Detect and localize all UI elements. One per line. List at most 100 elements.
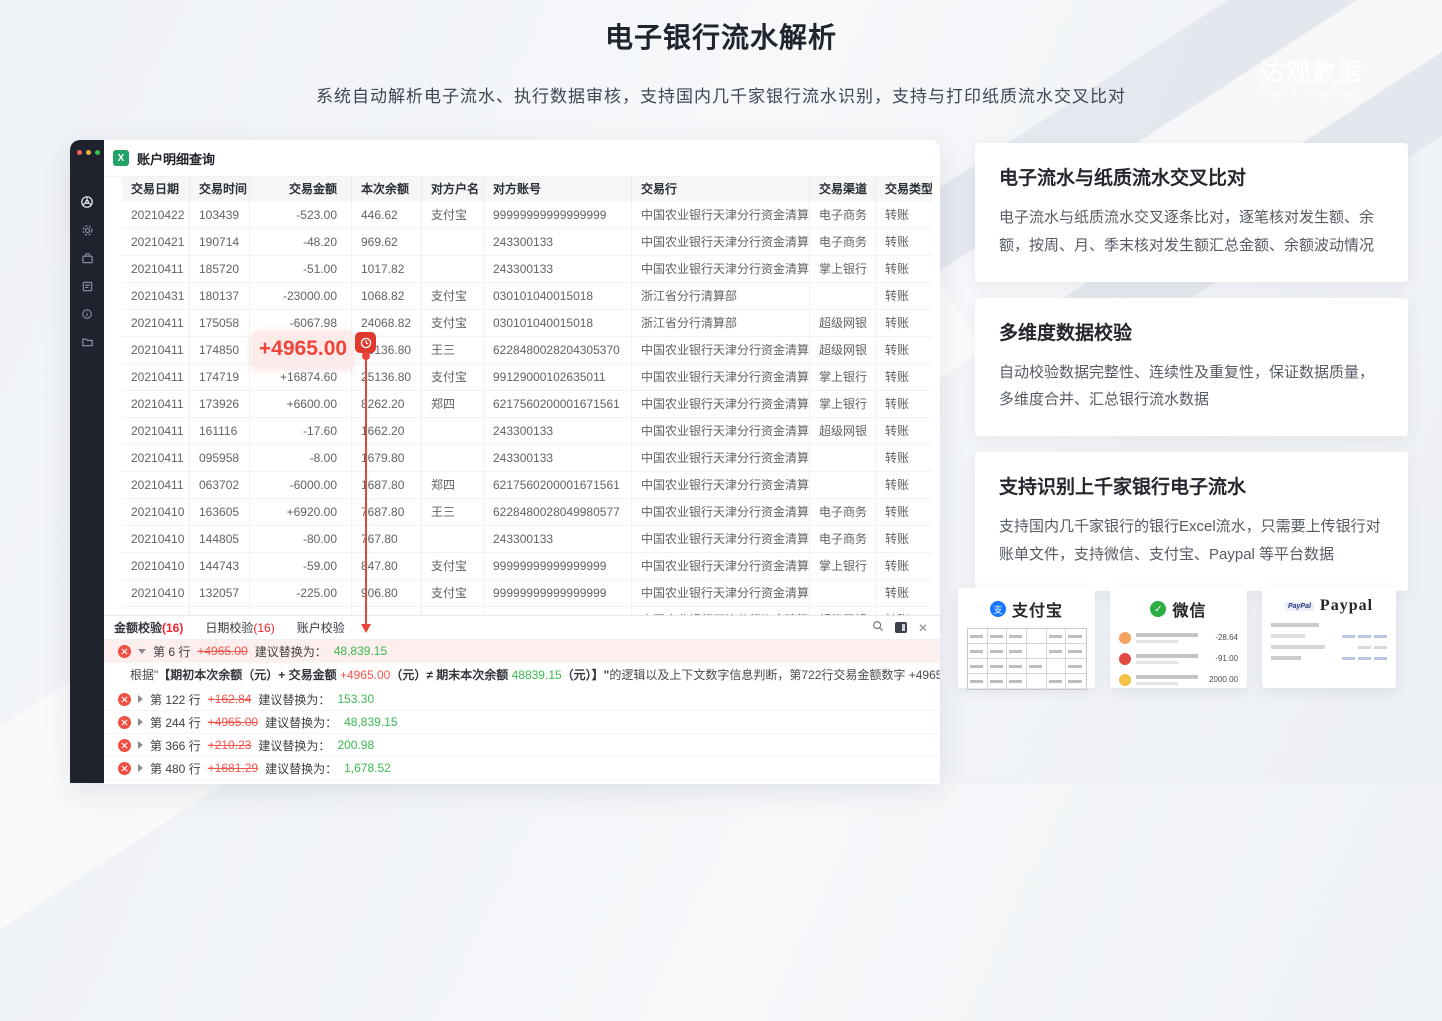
cell: 20210422 xyxy=(122,202,190,228)
cell: 电子商务 xyxy=(810,526,876,552)
cell: 中国农业银行天津分行资金清算中心 xyxy=(632,418,810,444)
cell: 180137 xyxy=(190,283,250,309)
amount: 2000.00 xyxy=(1209,675,1238,684)
validation-row[interactable]: 第 480 行+1681.29建议替换为：1,678.52 xyxy=(104,757,940,780)
info-icon[interactable] xyxy=(81,308,93,320)
table-row[interactable]: 20210410132057-225.00906.80支付宝9999999999… xyxy=(122,580,932,607)
table-body: 20210422103439-523.00446.62支付宝9999999999… xyxy=(122,202,932,634)
error-icon xyxy=(118,762,131,775)
cell: -17.60 xyxy=(250,418,352,444)
cell: 转账 xyxy=(876,337,932,363)
row-line-label: 第 480 行 xyxy=(150,760,201,777)
cell: +6920.00 xyxy=(250,499,352,525)
validation-row[interactable]: 第 366 行+210.23建议替换为：200.98 xyxy=(104,734,940,757)
search-icon[interactable] xyxy=(872,620,884,635)
amount: -28.64 xyxy=(1215,633,1238,642)
table-row[interactable]: 20210411161116-17.601662.20243300133中国农业… xyxy=(122,418,932,445)
placeholder-line xyxy=(1342,635,1387,638)
cell: 20210411 xyxy=(122,391,190,417)
suggest-label: 建议替换为： xyxy=(265,714,337,731)
close-panel-icon[interactable]: ✕ xyxy=(918,622,928,634)
table-row[interactable]: 20210411173926+6600.008262.20郑四621756020… xyxy=(122,391,932,418)
cell: -23000.00 xyxy=(250,283,352,309)
cell: 1662.20 xyxy=(352,418,422,444)
table-row[interactable]: 20210410144743-59.00847.80支付宝99999999999… xyxy=(122,553,932,580)
cell: 20210411 xyxy=(122,364,190,390)
hero-header: 电子银行流水解析 系统自动解析电子流水、执行数据审核，支持国内几千家银行流水识别… xyxy=(0,0,1442,107)
validation-row[interactable]: 第 244 行+4965.00建议替换为：48,839.15 xyxy=(104,711,940,734)
expand-caret-icon[interactable] xyxy=(138,741,143,749)
cell: 中国农业银行天津分行资金清算中心 xyxy=(632,337,810,363)
cell: 6228480028049980577 xyxy=(484,499,632,525)
placeholder-line xyxy=(1271,634,1305,638)
expand-caret-icon[interactable] xyxy=(138,764,143,772)
suggested-value: 48,839.15 xyxy=(334,644,387,658)
maximize-window-button[interactable] xyxy=(95,150,100,155)
expand-caret-icon[interactable] xyxy=(138,695,143,703)
validation-tab[interactable]: 日期校验(16) xyxy=(205,619,274,636)
cell: 132057 xyxy=(190,580,250,606)
document-icon[interactable] xyxy=(81,280,94,293)
column-header: 交易金额 xyxy=(250,177,352,202)
sheet-tab-label[interactable]: 账户明细查询 xyxy=(137,149,215,168)
settings-gear-icon[interactable] xyxy=(81,224,94,237)
sheet-tabbar: X 账户明细查询 xyxy=(104,140,940,177)
column-header: 交易类型 xyxy=(876,177,932,202)
table-row[interactable]: 20210421190714-48.20969.62243300133中国农业银… xyxy=(122,229,932,256)
dashboard-icon[interactable] xyxy=(80,195,94,209)
validation-row[interactable]: 第 6 行+4965.00建议替换为：48,839.15 xyxy=(104,640,940,663)
view-toggle-icon[interactable] xyxy=(895,622,907,633)
cell: 中国农业银行天津分行资金清算中心 xyxy=(632,499,810,525)
table-row[interactable]: 20210422103439-523.00446.62支付宝9999999999… xyxy=(122,202,932,229)
cell: 中国农业银行天津分行资金清算中心 xyxy=(632,202,810,228)
cell: 174719 xyxy=(190,364,250,390)
briefcase-icon[interactable] xyxy=(81,252,94,265)
close-window-button[interactable] xyxy=(77,150,82,155)
table-row[interactable]: 20210411095958-8.001679.80243300133中国农业银… xyxy=(122,445,932,472)
cell: 1068.82 xyxy=(352,283,422,309)
validation-row[interactable]: 第 122 行+162.84建议替换为：153.30 xyxy=(104,688,940,711)
table-row[interactable]: 20210411175058-6067.9824068.82支付宝0301010… xyxy=(122,310,932,337)
cell: 063702 xyxy=(190,472,250,498)
transactions-table: 交易日期交易时间交易金额本次余额对方户名对方账号交易行交易渠道交易类型 2021… xyxy=(122,177,932,634)
placeholder-line xyxy=(1136,675,1204,685)
suggested-value: 200.98 xyxy=(337,738,374,752)
cell: 转账 xyxy=(876,256,932,282)
table-row[interactable]: 20210410144805-80.00767.80243300133中国农业银… xyxy=(122,526,932,553)
table-row[interactable]: 20210410163605+6920.007687.80王三622848002… xyxy=(122,499,932,526)
cell: 支付宝 xyxy=(422,310,484,336)
cell: 20210411 xyxy=(122,256,190,282)
table-row[interactable]: 20210411185720-51.001017.82243300133中国农业… xyxy=(122,256,932,283)
paypal-logo-icon: PayPal xyxy=(1285,602,1314,611)
cell xyxy=(810,472,876,498)
cell: 243300133 xyxy=(484,418,632,444)
suggest-label: 建议替换为： xyxy=(258,691,330,708)
cell: 99999999999999999 xyxy=(484,202,632,228)
cell: -225.00 xyxy=(250,580,352,606)
cell: 转账 xyxy=(876,229,932,255)
cell: 转账 xyxy=(876,310,932,336)
app-window: X 账户明细查询 交易日期交易时间交易金额本次余额对方户名对方账号交易行交易渠道… xyxy=(70,140,940,783)
minimize-window-button[interactable] xyxy=(86,150,91,155)
table-row[interactable]: 20210431180137-23000.001068.82支付宝0301010… xyxy=(122,283,932,310)
cell: 103439 xyxy=(190,202,250,228)
cell: 20210411 xyxy=(122,445,190,471)
table-row[interactable]: 20210411063702-6000.001687.80郑四621756020… xyxy=(122,472,932,499)
expand-caret-icon[interactable] xyxy=(138,718,143,726)
folder-icon[interactable] xyxy=(81,335,94,348)
suggested-value: 48,839.15 xyxy=(344,715,397,729)
original-value: +4965.00 xyxy=(197,644,247,658)
expand-caret-icon[interactable] xyxy=(138,649,146,654)
cell: 转账 xyxy=(876,472,932,498)
cell xyxy=(422,229,484,255)
page-title: 电子银行流水解析 xyxy=(0,16,1442,56)
cell: 906.80 xyxy=(352,580,422,606)
original-value: +162.84 xyxy=(208,692,252,706)
validation-tab[interactable]: 账户校验 xyxy=(297,619,345,636)
alert-clock-badge[interactable] xyxy=(355,332,376,353)
table-row[interactable]: 20210411174719+16874.6025136.80支付宝991290… xyxy=(122,364,932,391)
table-row[interactable]: 2021041117485030136.80王三6228480028204305… xyxy=(122,337,932,364)
cell: 190714 xyxy=(190,229,250,255)
cell: 超级网银 xyxy=(810,418,876,444)
validation-tab[interactable]: 金额校验(16) xyxy=(114,619,183,636)
